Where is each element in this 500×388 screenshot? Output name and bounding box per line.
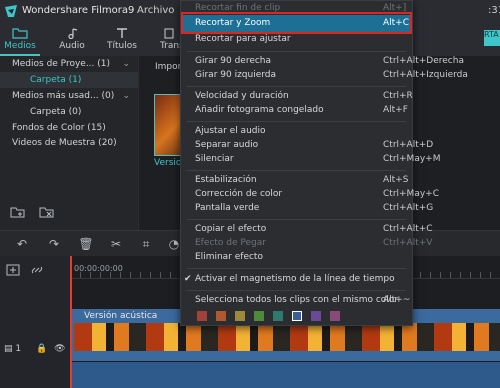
color-swatch[interactable]: [235, 311, 245, 321]
track-number: 1: [15, 344, 22, 354]
shortcut: Ctrl+Alt+V: [383, 238, 433, 248]
library-item-medios-mas-usados[interactable]: Medios más usad... (0): [12, 91, 114, 101]
shortcut: Ctrl+Alt+D: [383, 140, 434, 150]
shortcut: Ctrl+May+M: [383, 154, 441, 164]
delete-folder-icon[interactable]: [39, 206, 55, 218]
shortcut: Ctrl+Alt+Derecha: [383, 56, 464, 66]
clip-label: Versión acústica: [84, 311, 158, 321]
menu-item-fotograma-congelado[interactable]: Añadir fotograma congelado: [195, 105, 324, 115]
checkmark-icon: ✔: [184, 274, 192, 284]
new-folder-icon[interactable]: [10, 206, 26, 218]
menu-item-seleccionar-color[interactable]: Selecciona todos los clips con el mismo …: [195, 295, 398, 305]
color-swatch[interactable]: [254, 311, 264, 321]
menu-item-recortar-zoom[interactable]: Recortar y Zoom: [195, 18, 270, 28]
menu-separator: [187, 290, 406, 291]
timeline-track-headers: ▤ 1 🔒 👁: [0, 256, 70, 388]
color-swatch[interactable]: [273, 311, 283, 321]
audio-waveform[interactable]: [70, 362, 500, 388]
export-button[interactable]: RTA: [484, 30, 500, 46]
film-icon: ▤: [4, 344, 13, 354]
menu-item-recortar-ajustar[interactable]: Recortar para ajustar: [195, 34, 291, 44]
shortcut: Ctrl+Alt+C: [383, 224, 433, 234]
trash-icon[interactable]: 🗑: [78, 236, 94, 252]
menu-item-girar-derecha[interactable]: Girar 90 derecha: [195, 56, 271, 66]
text-title-icon: [117, 28, 127, 38]
tab-audio[interactable]: Audio: [52, 22, 92, 56]
clock-text: :31: [488, 5, 500, 16]
menu-item-magnetismo[interactable]: Activar el magnetismo de la línea de tie…: [195, 274, 395, 284]
shortcut: Ctrl+R: [383, 91, 413, 101]
menu-item-recortar-fin[interactable]: Recortar fin de clip: [195, 3, 280, 13]
color-swatch[interactable]: [311, 311, 321, 321]
chevron-down-icon[interactable]: ⌄: [122, 91, 130, 101]
menu-separator: [187, 268, 406, 269]
shortcut: Ctrl+Alt+Izquierda: [383, 70, 468, 80]
chevron-down-icon[interactable]: ⌄: [122, 59, 130, 69]
playhead[interactable]: [70, 256, 72, 388]
menu-separator: [187, 170, 406, 171]
eye-icon[interactable]: 👁: [54, 344, 65, 354]
scissors-icon[interactable]: ✂: [108, 236, 124, 252]
shortcut: Ctrl+May+C: [383, 189, 439, 199]
music-note-icon: [68, 28, 78, 39]
library-item-carpeta-1[interactable]: Carpeta (1): [30, 75, 81, 85]
color-swatch[interactable]: [197, 311, 207, 321]
library-item-videos-muestra[interactable]: Videos de Muestra (20): [12, 138, 117, 148]
menu-separator: [187, 51, 406, 52]
app-title: Wondershare Filmora9: [22, 5, 135, 16]
shortcut: Ctrl+Alt+G: [383, 203, 434, 213]
shortcut: Alt+]: [383, 3, 407, 13]
menu-separator: [187, 121, 406, 122]
color-swatch[interactable]: [216, 311, 226, 321]
shortcut: Alt+F: [383, 105, 408, 115]
menu-archivo[interactable]: Archivo: [137, 5, 174, 16]
link-icon[interactable]: [30, 264, 44, 276]
shortcut: Alt+S: [383, 175, 409, 185]
menu-item-pantalla-verde[interactable]: Pantalla verde: [195, 203, 259, 213]
undo-icon[interactable]: ↶: [14, 236, 30, 252]
menu-item-copiar-efecto[interactable]: Copiar el efecto: [195, 224, 266, 234]
menu-item-pegar-efecto[interactable]: Efecto de Pegar: [195, 238, 266, 248]
menu-item-correccion-color[interactable]: Corrección de color: [195, 189, 282, 199]
tab-medios[interactable]: Medios: [0, 22, 40, 56]
menu-item-velocidad[interactable]: Velocidad y duración: [195, 91, 289, 101]
menu-item-estabilizacion[interactable]: Estabilización: [195, 175, 257, 185]
filmora-logo-icon: [5, 5, 17, 17]
tab-label: Trans: [160, 41, 182, 51]
library-item-carpeta-0[interactable]: Carpeta (0): [30, 107, 81, 117]
menu-item-girar-izquierda[interactable]: Girar 90 izquierda: [195, 70, 276, 80]
transition-icon: [164, 28, 174, 39]
tab-label: Títulos: [107, 41, 137, 51]
lock-icon[interactable]: 🔒: [36, 344, 47, 354]
menu-item-eliminar-efecto[interactable]: Eliminar efecto: [195, 252, 263, 262]
clip-context-menu: Recortar fin de clip Alt+] Recortar y Zo…: [180, 0, 468, 326]
tab-transiciones[interactable]: Trans: [156, 22, 182, 56]
redo-icon[interactable]: ↷: [46, 236, 62, 252]
folder-icon: [12, 28, 28, 39]
color-swatch[interactable]: [292, 311, 302, 321]
tab-label: Audio: [59, 41, 85, 51]
add-track-icon[interactable]: [6, 264, 20, 276]
menu-item-silenciar[interactable]: Silenciar: [195, 154, 234, 164]
video-track-header: ▤ 1 🔒 👁: [4, 344, 66, 354]
shortcut: Alt+~: [383, 295, 411, 305]
color-swatch[interactable]: [330, 311, 340, 321]
menu-item-separar-audio[interactable]: Separar audio: [195, 140, 258, 150]
shortcut: Alt+C: [383, 18, 410, 28]
crop-icon[interactable]: ⌗: [138, 236, 154, 252]
clip-filmstrip: [74, 323, 500, 351]
library-item-medios-proyecto[interactable]: Medios de Proye... (1): [12, 59, 110, 69]
media-library-panel: Medios de Proye... (1) ⌄ Carpeta (1) Med…: [0, 56, 138, 230]
menu-item-ajustar-audio[interactable]: Ajustar el audio: [195, 126, 266, 136]
menu-separator: [187, 219, 406, 220]
library-item-fondos-color[interactable]: Fondos de Color (15): [12, 123, 106, 133]
tab-titulos[interactable]: Títulos: [102, 22, 142, 56]
import-tab[interactable]: Impor: [155, 62, 181, 72]
library-actions: [10, 206, 55, 221]
menu-separator: [187, 86, 406, 87]
tab-label: Medios: [4, 41, 36, 51]
